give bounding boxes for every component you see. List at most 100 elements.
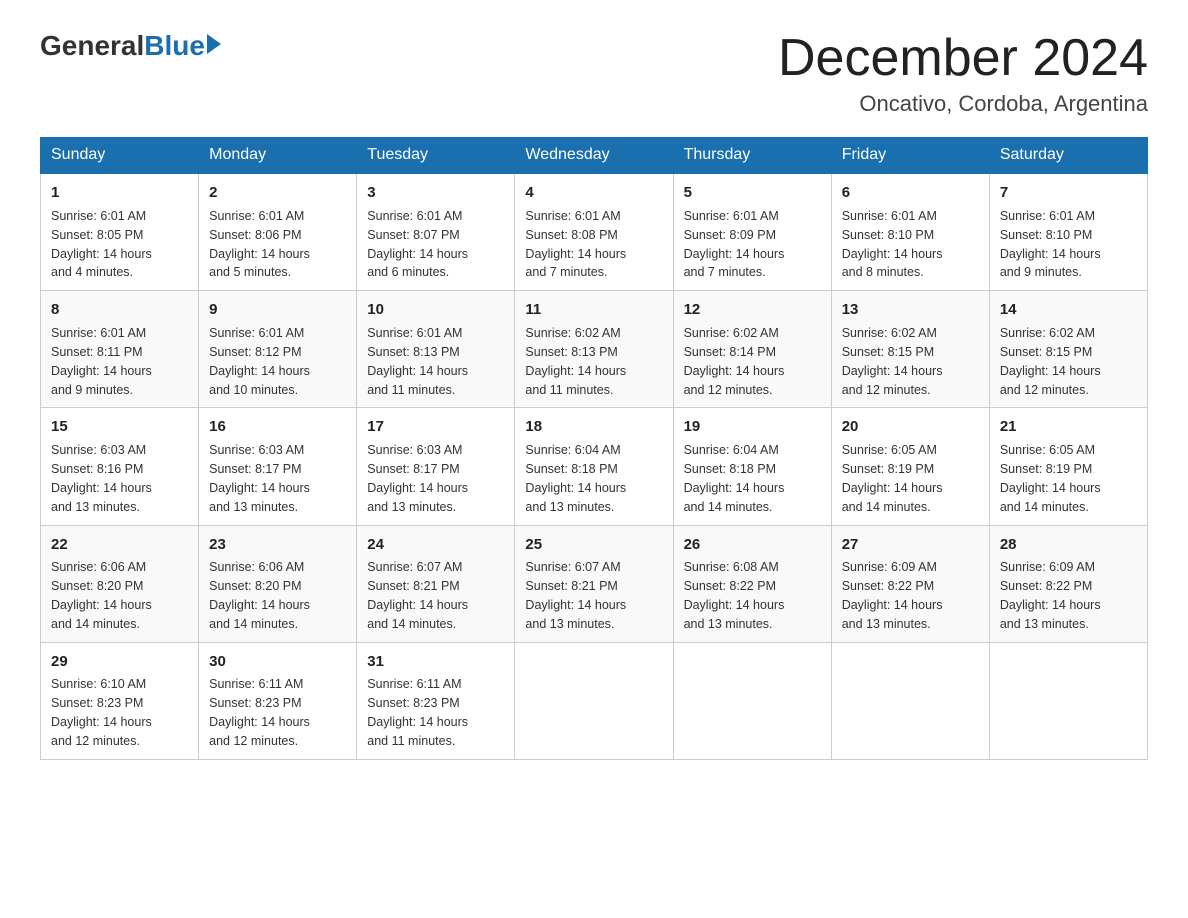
calendar-week-row: 15 Sunrise: 6:03 AMSunset: 8:16 PMDaylig… xyxy=(41,408,1148,525)
day-info: Sunrise: 6:01 AMSunset: 8:12 PMDaylight:… xyxy=(209,326,310,397)
day-number: 28 xyxy=(1000,534,1137,556)
day-number: 13 xyxy=(842,299,979,321)
table-row: 18 Sunrise: 6:04 AMSunset: 8:18 PMDaylig… xyxy=(515,408,673,525)
table-row: 8 Sunrise: 6:01 AMSunset: 8:11 PMDayligh… xyxy=(41,291,199,408)
table-row: 15 Sunrise: 6:03 AMSunset: 8:16 PMDaylig… xyxy=(41,408,199,525)
day-info: Sunrise: 6:06 AMSunset: 8:20 PMDaylight:… xyxy=(209,560,310,631)
day-info: Sunrise: 6:01 AMSunset: 8:10 PMDaylight:… xyxy=(842,209,943,280)
day-number: 3 xyxy=(367,182,504,204)
col-friday: Friday xyxy=(831,138,989,174)
table-row: 6 Sunrise: 6:01 AMSunset: 8:10 PMDayligh… xyxy=(831,173,989,291)
table-row: 31 Sunrise: 6:11 AMSunset: 8:23 PMDaylig… xyxy=(357,642,515,759)
day-info: Sunrise: 6:02 AMSunset: 8:13 PMDaylight:… xyxy=(525,326,626,397)
table-row: 16 Sunrise: 6:03 AMSunset: 8:17 PMDaylig… xyxy=(199,408,357,525)
table-row: 13 Sunrise: 6:02 AMSunset: 8:15 PMDaylig… xyxy=(831,291,989,408)
table-row: 22 Sunrise: 6:06 AMSunset: 8:20 PMDaylig… xyxy=(41,525,199,642)
day-number: 4 xyxy=(525,182,662,204)
header-row: Sunday Monday Tuesday Wednesday Thursday… xyxy=(41,138,1148,174)
day-info: Sunrise: 6:06 AMSunset: 8:20 PMDaylight:… xyxy=(51,560,152,631)
location-text: Oncativo, Cordoba, Argentina xyxy=(778,91,1148,117)
col-sunday: Sunday xyxy=(41,138,199,174)
day-info: Sunrise: 6:03 AMSunset: 8:16 PMDaylight:… xyxy=(51,443,152,514)
table-row: 21 Sunrise: 6:05 AMSunset: 8:19 PMDaylig… xyxy=(989,408,1147,525)
table-row: 23 Sunrise: 6:06 AMSunset: 8:20 PMDaylig… xyxy=(199,525,357,642)
calendar-week-row: 22 Sunrise: 6:06 AMSunset: 8:20 PMDaylig… xyxy=(41,525,1148,642)
table-row: 17 Sunrise: 6:03 AMSunset: 8:17 PMDaylig… xyxy=(357,408,515,525)
table-row: 2 Sunrise: 6:01 AMSunset: 8:06 PMDayligh… xyxy=(199,173,357,291)
table-row xyxy=(515,642,673,759)
day-number: 21 xyxy=(1000,416,1137,438)
col-monday: Monday xyxy=(199,138,357,174)
day-info: Sunrise: 6:07 AMSunset: 8:21 PMDaylight:… xyxy=(367,560,468,631)
col-thursday: Thursday xyxy=(673,138,831,174)
day-number: 24 xyxy=(367,534,504,556)
day-number: 7 xyxy=(1000,182,1137,204)
calendar-week-row: 1 Sunrise: 6:01 AMSunset: 8:05 PMDayligh… xyxy=(41,173,1148,291)
day-number: 20 xyxy=(842,416,979,438)
day-info: Sunrise: 6:04 AMSunset: 8:18 PMDaylight:… xyxy=(525,443,626,514)
day-number: 2 xyxy=(209,182,346,204)
day-info: Sunrise: 6:03 AMSunset: 8:17 PMDaylight:… xyxy=(367,443,468,514)
table-row: 26 Sunrise: 6:08 AMSunset: 8:22 PMDaylig… xyxy=(673,525,831,642)
table-row: 4 Sunrise: 6:01 AMSunset: 8:08 PMDayligh… xyxy=(515,173,673,291)
day-number: 12 xyxy=(684,299,821,321)
day-number: 25 xyxy=(525,534,662,556)
day-number: 18 xyxy=(525,416,662,438)
table-row: 12 Sunrise: 6:02 AMSunset: 8:14 PMDaylig… xyxy=(673,291,831,408)
day-info: Sunrise: 6:01 AMSunset: 8:06 PMDaylight:… xyxy=(209,209,310,280)
day-info: Sunrise: 6:11 AMSunset: 8:23 PMDaylight:… xyxy=(367,677,468,748)
table-row: 27 Sunrise: 6:09 AMSunset: 8:22 PMDaylig… xyxy=(831,525,989,642)
day-info: Sunrise: 6:09 AMSunset: 8:22 PMDaylight:… xyxy=(1000,560,1101,631)
day-info: Sunrise: 6:11 AMSunset: 8:23 PMDaylight:… xyxy=(209,677,310,748)
table-row: 10 Sunrise: 6:01 AMSunset: 8:13 PMDaylig… xyxy=(357,291,515,408)
day-info: Sunrise: 6:04 AMSunset: 8:18 PMDaylight:… xyxy=(684,443,785,514)
day-number: 27 xyxy=(842,534,979,556)
day-info: Sunrise: 6:01 AMSunset: 8:13 PMDaylight:… xyxy=(367,326,468,397)
table-row: 25 Sunrise: 6:07 AMSunset: 8:21 PMDaylig… xyxy=(515,525,673,642)
col-wednesday: Wednesday xyxy=(515,138,673,174)
table-row: 11 Sunrise: 6:02 AMSunset: 8:13 PMDaylig… xyxy=(515,291,673,408)
calendar-body: 1 Sunrise: 6:01 AMSunset: 8:05 PMDayligh… xyxy=(41,173,1148,759)
day-number: 26 xyxy=(684,534,821,556)
day-number: 5 xyxy=(684,182,821,204)
day-number: 22 xyxy=(51,534,188,556)
day-info: Sunrise: 6:09 AMSunset: 8:22 PMDaylight:… xyxy=(842,560,943,631)
day-info: Sunrise: 6:01 AMSunset: 8:08 PMDaylight:… xyxy=(525,209,626,280)
table-row: 29 Sunrise: 6:10 AMSunset: 8:23 PMDaylig… xyxy=(41,642,199,759)
calendar-week-row: 29 Sunrise: 6:10 AMSunset: 8:23 PMDaylig… xyxy=(41,642,1148,759)
day-info: Sunrise: 6:01 AMSunset: 8:10 PMDaylight:… xyxy=(1000,209,1101,280)
table-row xyxy=(989,642,1147,759)
table-row: 7 Sunrise: 6:01 AMSunset: 8:10 PMDayligh… xyxy=(989,173,1147,291)
logo-general-text: General xyxy=(40,30,144,62)
table-row: 30 Sunrise: 6:11 AMSunset: 8:23 PMDaylig… xyxy=(199,642,357,759)
day-info: Sunrise: 6:01 AMSunset: 8:05 PMDaylight:… xyxy=(51,209,152,280)
day-info: Sunrise: 6:07 AMSunset: 8:21 PMDaylight:… xyxy=(525,560,626,631)
day-number: 17 xyxy=(367,416,504,438)
day-info: Sunrise: 6:01 AMSunset: 8:09 PMDaylight:… xyxy=(684,209,785,280)
day-info: Sunrise: 6:05 AMSunset: 8:19 PMDaylight:… xyxy=(842,443,943,514)
table-row: 1 Sunrise: 6:01 AMSunset: 8:05 PMDayligh… xyxy=(41,173,199,291)
day-info: Sunrise: 6:01 AMSunset: 8:11 PMDaylight:… xyxy=(51,326,152,397)
day-info: Sunrise: 6:08 AMSunset: 8:22 PMDaylight:… xyxy=(684,560,785,631)
day-number: 31 xyxy=(367,651,504,673)
day-number: 23 xyxy=(209,534,346,556)
table-row: 24 Sunrise: 6:07 AMSunset: 8:21 PMDaylig… xyxy=(357,525,515,642)
day-info: Sunrise: 6:02 AMSunset: 8:14 PMDaylight:… xyxy=(684,326,785,397)
day-number: 6 xyxy=(842,182,979,204)
table-row: 28 Sunrise: 6:09 AMSunset: 8:22 PMDaylig… xyxy=(989,525,1147,642)
table-row: 3 Sunrise: 6:01 AMSunset: 8:07 PMDayligh… xyxy=(357,173,515,291)
calendar-header: Sunday Monday Tuesday Wednesday Thursday… xyxy=(41,138,1148,174)
day-number: 11 xyxy=(525,299,662,321)
table-row xyxy=(673,642,831,759)
table-row: 9 Sunrise: 6:01 AMSunset: 8:12 PMDayligh… xyxy=(199,291,357,408)
day-info: Sunrise: 6:02 AMSunset: 8:15 PMDaylight:… xyxy=(842,326,943,397)
day-number: 14 xyxy=(1000,299,1137,321)
day-info: Sunrise: 6:01 AMSunset: 8:07 PMDaylight:… xyxy=(367,209,468,280)
day-info: Sunrise: 6:03 AMSunset: 8:17 PMDaylight:… xyxy=(209,443,310,514)
calendar-table: Sunday Monday Tuesday Wednesday Thursday… xyxy=(40,137,1148,760)
day-number: 30 xyxy=(209,651,346,673)
logo: General Blue xyxy=(40,30,221,62)
table-row: 5 Sunrise: 6:01 AMSunset: 8:09 PMDayligh… xyxy=(673,173,831,291)
day-number: 8 xyxy=(51,299,188,321)
day-info: Sunrise: 6:02 AMSunset: 8:15 PMDaylight:… xyxy=(1000,326,1101,397)
